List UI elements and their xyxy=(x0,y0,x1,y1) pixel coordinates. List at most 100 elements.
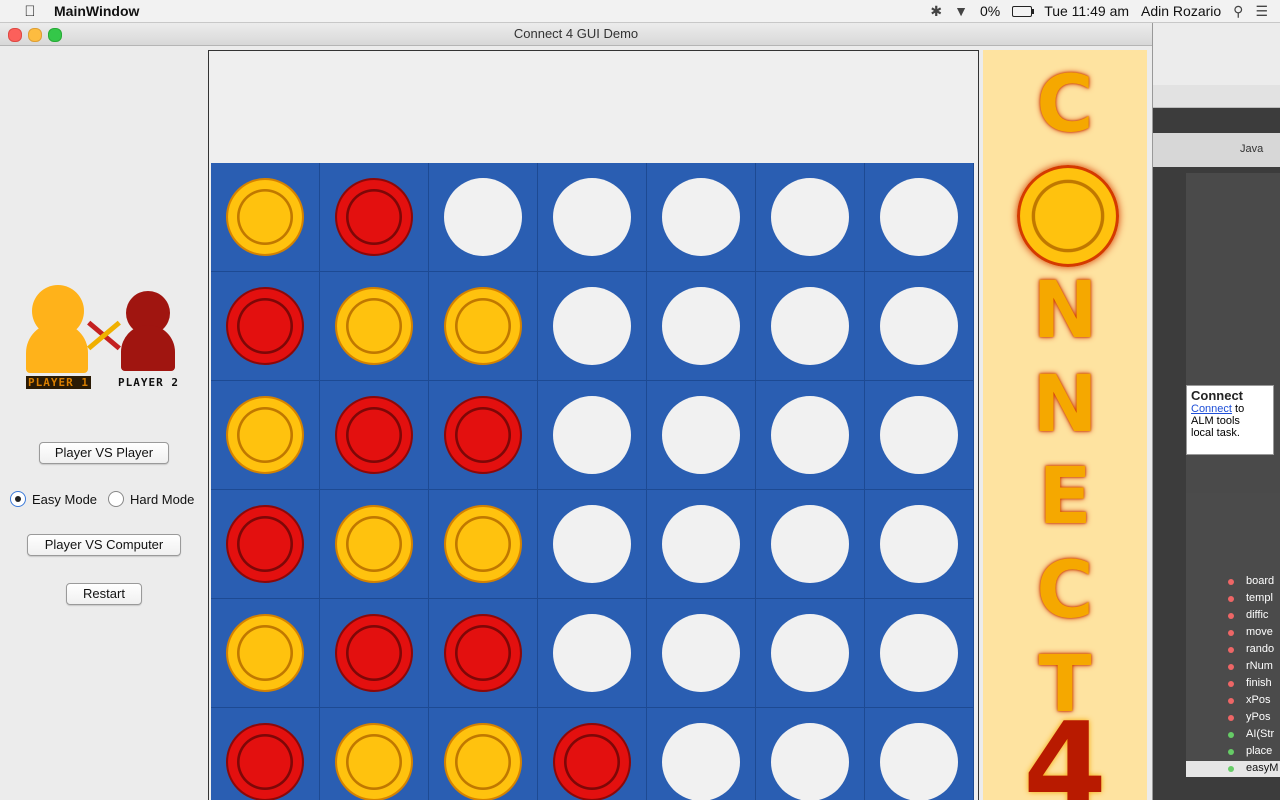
yellow-disc[interactable] xyxy=(444,287,522,365)
outline-member[interactable]: yPos xyxy=(1246,711,1280,723)
yellow-disc[interactable] xyxy=(226,178,304,256)
yellow-disc[interactable] xyxy=(335,505,413,583)
wifi-icon[interactable]: ▼ xyxy=(954,3,968,19)
board-cell[interactable] xyxy=(865,272,974,381)
board-cell[interactable] xyxy=(538,708,647,800)
board-cell[interactable] xyxy=(538,163,647,272)
outline-member[interactable]: rNum xyxy=(1246,660,1280,672)
board-cell[interactable] xyxy=(756,490,865,599)
board-cell[interactable] xyxy=(429,490,538,599)
empty-slot[interactable] xyxy=(553,614,631,692)
board-cell[interactable] xyxy=(865,490,974,599)
board-cell[interactable] xyxy=(211,381,320,490)
outline-member[interactable]: easyM xyxy=(1246,762,1280,774)
board-cell[interactable] xyxy=(647,599,756,708)
user-name[interactable]: Adin Rozario xyxy=(1141,3,1221,19)
yellow-disc[interactable] xyxy=(335,287,413,365)
red-disc[interactable] xyxy=(335,178,413,256)
board-cell[interactable] xyxy=(320,599,429,708)
empty-slot[interactable] xyxy=(553,505,631,583)
board-cell[interactable] xyxy=(756,381,865,490)
outline-member[interactable]: finish xyxy=(1246,677,1280,689)
battery-icon[interactable] xyxy=(1012,5,1035,17)
empty-slot[interactable] xyxy=(771,287,849,365)
yellow-disc[interactable] xyxy=(226,614,304,692)
board-cell[interactable] xyxy=(756,708,865,800)
empty-slot[interactable] xyxy=(662,287,740,365)
board-cell[interactable] xyxy=(538,381,647,490)
board-cell[interactable] xyxy=(429,708,538,800)
empty-slot[interactable] xyxy=(662,396,740,474)
board-cell[interactable] xyxy=(647,708,756,800)
player-vs-player-button[interactable]: Player VS Player xyxy=(39,442,169,464)
red-disc[interactable] xyxy=(226,287,304,365)
empty-slot[interactable] xyxy=(662,614,740,692)
empty-slot[interactable] xyxy=(771,178,849,256)
easy-mode-radio-dot[interactable] xyxy=(10,491,26,507)
red-disc[interactable] xyxy=(444,396,522,474)
easy-mode-radio[interactable]: Easy Mode xyxy=(10,491,97,507)
apple-icon[interactable]:  xyxy=(20,3,40,20)
board-cell[interactable] xyxy=(756,272,865,381)
board-cell[interactable] xyxy=(647,163,756,272)
hard-mode-radio-dot[interactable] xyxy=(108,491,124,507)
empty-slot[interactable] xyxy=(771,505,849,583)
clock[interactable]: Tue 11:49 am xyxy=(1044,3,1129,19)
outline-member[interactable]: diffic xyxy=(1246,609,1280,621)
red-disc[interactable] xyxy=(226,723,304,800)
empty-slot[interactable] xyxy=(880,287,958,365)
board-cell[interactable] xyxy=(320,381,429,490)
board-cell[interactable] xyxy=(429,381,538,490)
board-cell[interactable] xyxy=(756,599,865,708)
empty-slot[interactable] xyxy=(771,614,849,692)
yellow-disc[interactable] xyxy=(444,505,522,583)
board-cell[interactable] xyxy=(647,381,756,490)
yellow-disc[interactable] xyxy=(444,723,522,800)
outline-member[interactable]: xPos xyxy=(1246,694,1280,706)
red-disc[interactable] xyxy=(553,723,631,800)
red-disc[interactable] xyxy=(444,614,522,692)
board-cell[interactable] xyxy=(320,163,429,272)
board-cell[interactable] xyxy=(320,272,429,381)
board-cell[interactable] xyxy=(211,490,320,599)
empty-slot[interactable] xyxy=(880,723,958,800)
board-cell[interactable] xyxy=(320,490,429,599)
outline-member[interactable]: move xyxy=(1246,626,1280,638)
board-cell[interactable] xyxy=(211,163,320,272)
empty-slot[interactable] xyxy=(662,723,740,800)
empty-slot[interactable] xyxy=(444,178,522,256)
app-menu-name[interactable]: MainWindow xyxy=(54,3,139,19)
empty-slot[interactable] xyxy=(662,505,740,583)
red-disc[interactable] xyxy=(335,396,413,474)
empty-slot[interactable] xyxy=(880,505,958,583)
red-disc[interactable] xyxy=(335,614,413,692)
board-cell[interactable] xyxy=(538,599,647,708)
outline-member[interactable]: templ xyxy=(1246,592,1280,604)
empty-slot[interactable] xyxy=(553,287,631,365)
board-cell[interactable] xyxy=(538,272,647,381)
board-cell[interactable] xyxy=(865,599,974,708)
notification-center-icon[interactable]: ☰ xyxy=(1255,3,1268,20)
spotlight-search-icon[interactable]: ⚲ xyxy=(1233,3,1243,20)
java-perspective[interactable]: Java xyxy=(1240,143,1263,155)
info-connect-link[interactable]: Connect xyxy=(1191,403,1232,415)
outline-member[interactable]: AI(Str xyxy=(1246,728,1280,740)
restart-button[interactable]: Restart xyxy=(66,583,142,605)
outline-member[interactable]: place xyxy=(1246,745,1280,757)
board-cell[interactable] xyxy=(429,599,538,708)
yellow-disc[interactable] xyxy=(226,396,304,474)
bluetooth-icon[interactable]: ✱ xyxy=(930,3,942,20)
empty-slot[interactable] xyxy=(880,178,958,256)
board-cell[interactable] xyxy=(647,272,756,381)
board-cell[interactable] xyxy=(865,708,974,800)
hard-mode-radio[interactable]: Hard Mode xyxy=(108,491,194,507)
red-disc[interactable] xyxy=(226,505,304,583)
board-cell[interactable] xyxy=(211,272,320,381)
outline-member[interactable]: rando xyxy=(1246,643,1280,655)
board-cell[interactable] xyxy=(211,708,320,800)
battery-percent[interactable]: 0% xyxy=(980,3,1000,19)
player-vs-computer-button[interactable]: Player VS Computer xyxy=(27,534,181,556)
yellow-disc[interactable] xyxy=(335,723,413,800)
empty-slot[interactable] xyxy=(880,614,958,692)
empty-slot[interactable] xyxy=(771,396,849,474)
